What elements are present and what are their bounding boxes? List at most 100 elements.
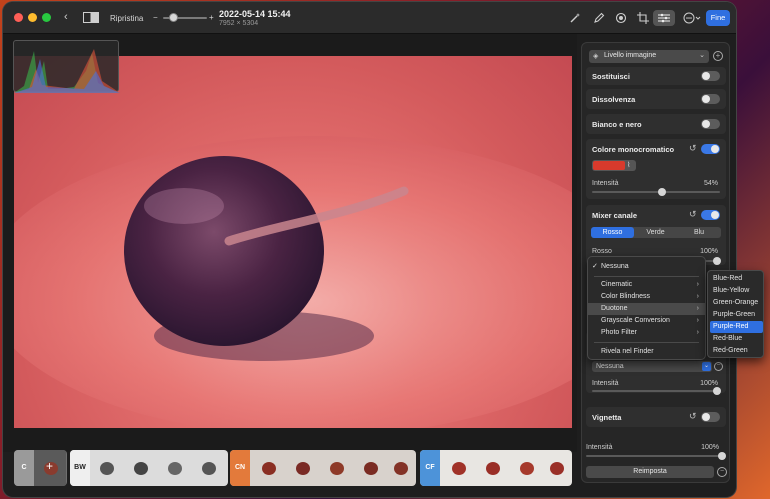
menu-item-duotone[interactable]: Duotone ›: [588, 303, 705, 315]
submenu-item-purple-red[interactable]: Purple-Red: [710, 321, 763, 333]
reset-button[interactable]: Reimposta: [586, 466, 714, 478]
split-view-icon[interactable]: [83, 12, 99, 26]
filter-group-cn[interactable]: CN: [230, 450, 416, 486]
zoom-out-icon[interactable]: −: [153, 13, 158, 22]
filters-icon[interactable]: [615, 12, 627, 27]
submenu-item-blue-red[interactable]: Blue-Red: [710, 273, 763, 285]
chevron-right-icon: ›: [696, 305, 699, 312]
submenu-item-green-orange[interactable]: Green-Orange: [710, 297, 763, 309]
filter-thumbnail[interactable]: [476, 450, 508, 486]
menu-item-photo-filter[interactable]: Photo Filter ›: [588, 327, 705, 339]
chevron-right-icon: ›: [696, 293, 699, 300]
dissolvenza-toggle[interactable]: [701, 94, 720, 104]
menu-item-grayscale-conversion[interactable]: Grayscale Conversion ›: [588, 315, 705, 327]
lut-select-value: Nessuna: [596, 363, 624, 370]
menu-item-cinematic[interactable]: Cinematic ›: [588, 279, 705, 291]
submenu-item-red-green[interactable]: Red-Green: [710, 345, 763, 357]
done-button[interactable]: Fine: [706, 10, 730, 26]
eyedropper-icon[interactable]: ⌇: [627, 161, 630, 169]
chevron-left-icon[interactable]: ‹: [64, 12, 68, 23]
menu-divider: [594, 342, 699, 343]
intensity-slider[interactable]: [592, 191, 720, 193]
menu-item-nessuna[interactable]: ✓ Nessuna: [588, 261, 705, 273]
chevron-down-icon: ⌄: [699, 52, 705, 59]
lut-select[interactable]: Nessuna ⌄: [592, 361, 712, 372]
menu-item-rivela-finder[interactable]: Rivela nel Finder: [588, 346, 705, 358]
color-well[interactable]: ⌇: [592, 160, 636, 171]
close-window-button[interactable]: [14, 13, 23, 22]
filter-group-cf[interactable]: CF: [420, 450, 572, 486]
filter-thumbnail[interactable]: +: [34, 450, 66, 486]
filter-group-bw[interactable]: BW: [70, 450, 228, 486]
minimize-window-button[interactable]: [28, 13, 37, 22]
submenu-item-blue-yellow[interactable]: Blue-Yellow: [710, 285, 763, 297]
filter-thumbnail[interactable]: [286, 450, 318, 486]
editor-canvas: [3, 34, 577, 452]
colore-mono-toggle[interactable]: [701, 144, 720, 154]
sostituisci-toggle[interactable]: [701, 71, 720, 81]
filter-thumbnail[interactable]: [158, 450, 190, 486]
intensity-label: Intensità: [592, 180, 619, 187]
photo-dimensions: 7952 × 5304: [219, 20, 259, 27]
section-colore-monocromatico: Colore monocromatico ↺ ⌇ Intensità 54%: [586, 139, 726, 199]
menu-divider: [594, 276, 699, 277]
rosso-label: Rosso: [592, 248, 612, 255]
filter-thumbnail[interactable]: [540, 450, 572, 486]
filter-thumbnail[interactable]: [384, 450, 416, 486]
filter-thumbnail[interactable]: [320, 450, 352, 486]
vignetta-toggle[interactable]: [701, 412, 720, 422]
rosso-value: 100%: [700, 248, 718, 255]
intensity-slider-knob[interactable]: [713, 387, 721, 395]
chevron-right-icon: ›: [696, 329, 699, 336]
mixer-toggle[interactable]: [701, 210, 720, 220]
menu-item-label: Grayscale Conversion: [601, 317, 670, 324]
markup-icon[interactable]: [593, 12, 605, 27]
menu-item-label: Duotone: [601, 305, 628, 312]
filter-thumbnail[interactable]: [442, 450, 474, 486]
zoom-slider-knob[interactable]: [169, 13, 178, 22]
filter-thumbnail[interactable]: [510, 450, 542, 486]
intensity-label: Intensità: [592, 380, 619, 387]
intensity-slider-knob[interactable]: [658, 188, 666, 196]
bianco-nero-toggle[interactable]: [701, 119, 720, 129]
menu-item-color-blindness[interactable]: Color Blindness ›: [588, 291, 705, 303]
reset-icon[interactable]: ↺: [689, 209, 697, 220]
reset-icon[interactable]: ↺: [689, 143, 697, 154]
layer-select[interactable]: ◈ Livello immagine ⌄: [589, 50, 709, 63]
tab-verde[interactable]: Verde: [634, 227, 677, 238]
reset-icon[interactable]: ↺: [689, 411, 697, 422]
filter-group-c[interactable]: C +: [14, 450, 67, 486]
global-intensity-slider[interactable]: [586, 455, 723, 457]
filter-thumbnail[interactable]: [124, 450, 156, 486]
filter-thumbnail[interactable]: [90, 450, 122, 486]
filter-thumbnail[interactable]: [252, 450, 284, 486]
global-intensity-label: Intensità: [586, 444, 613, 451]
global-intensity-slider-knob[interactable]: [718, 452, 726, 460]
section-title: Sostituisci: [592, 72, 630, 81]
zoom-in-icon[interactable]: +: [209, 13, 214, 22]
adjust-button[interactable]: [653, 10, 675, 26]
menu-item-label: Rivela nel Finder: [601, 348, 654, 355]
remove-icon[interactable]: −: [717, 467, 727, 477]
tab-blu[interactable]: Blu: [677, 227, 721, 238]
intensity-slider[interactable]: [592, 390, 720, 392]
filter-thumbnail[interactable]: [354, 450, 386, 486]
chevron-right-icon: ›: [696, 317, 699, 324]
filter-group-tag: C: [14, 450, 34, 486]
crop-icon[interactable]: [637, 12, 649, 27]
section-dissolvenza: Dissolvenza: [586, 89, 726, 109]
tab-rosso[interactable]: Rosso: [591, 227, 634, 238]
add-layer-icon[interactable]: +: [713, 51, 723, 61]
more-icon[interactable]: [683, 12, 701, 27]
revert-button[interactable]: Ripristina: [110, 14, 143, 23]
submenu-item-red-blue[interactable]: Red-Blue: [710, 333, 763, 345]
magic-wand-icon[interactable]: [569, 12, 581, 27]
edited-photo[interactable]: [14, 56, 572, 428]
filter-filmstrip: C + BW CN CF: [14, 450, 572, 486]
submenu-item-purple-green[interactable]: Purple-Green: [710, 309, 763, 321]
rosso-slider-knob[interactable]: [713, 257, 721, 265]
section-bianco-nero: Bianco e nero: [586, 114, 726, 134]
filter-thumbnail[interactable]: [192, 450, 224, 486]
zoom-window-button[interactable]: [42, 13, 51, 22]
remove-icon[interactable]: −: [714, 362, 723, 371]
